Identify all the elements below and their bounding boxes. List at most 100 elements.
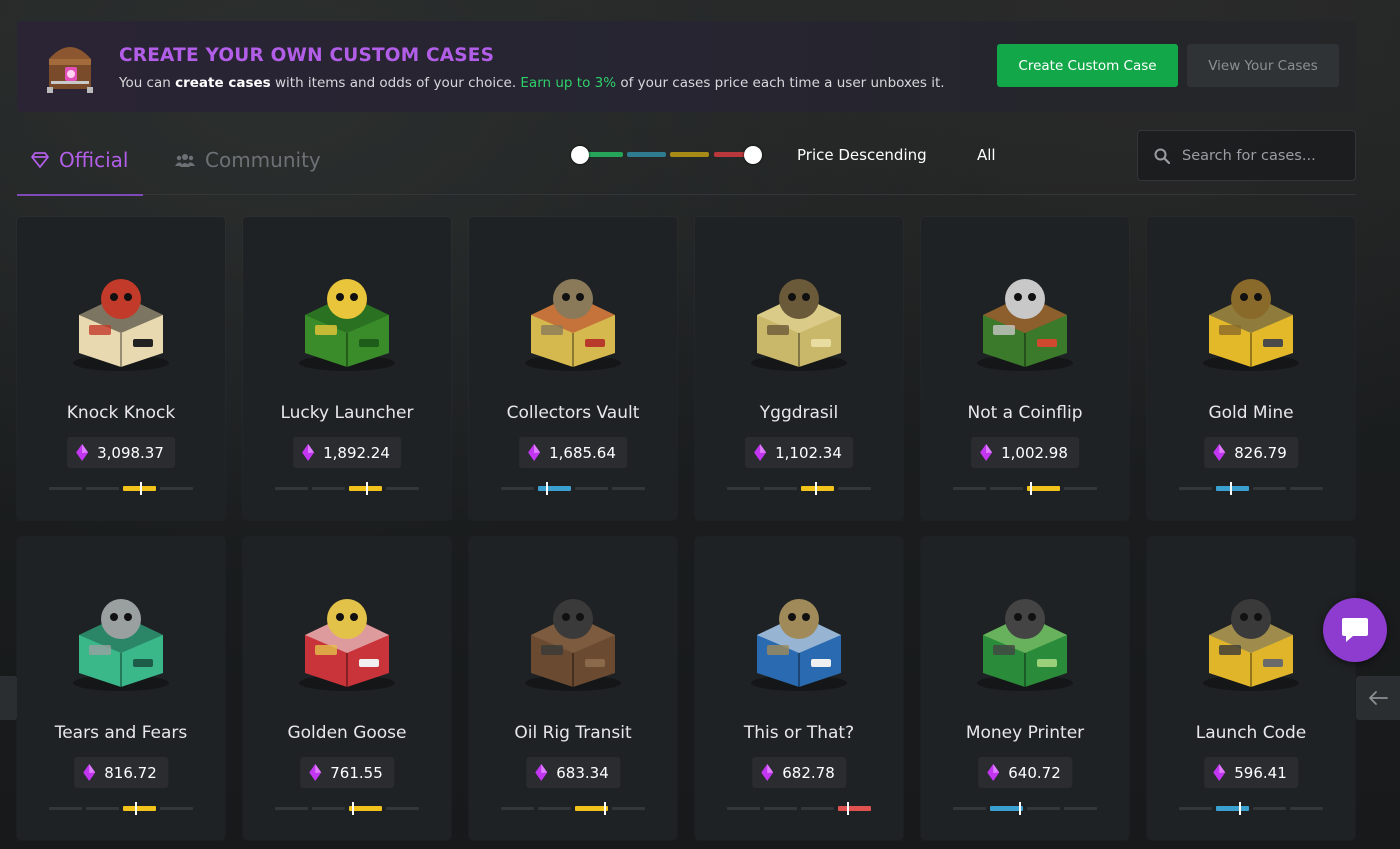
case-price-value: 1,685.64: [549, 443, 616, 462]
case-image: [751, 599, 847, 691]
case-price-value: 816.72: [104, 763, 157, 782]
previous-page-tab[interactable]: [0, 676, 17, 720]
case-card[interactable]: Golden Goose 761.55: [243, 537, 451, 840]
create-custom-case-button[interactable]: Create Custom Case: [997, 44, 1178, 87]
rarity-marker: [1230, 482, 1232, 495]
rarity-track: [1064, 487, 1097, 490]
rarity-indicator: [501, 482, 645, 495]
tab-community[interactable]: Community: [175, 125, 321, 195]
case-price-value: 1,892.24: [323, 443, 390, 462]
case-card[interactable]: This or That? 682.78: [695, 537, 903, 840]
rarity-track: [160, 807, 193, 810]
rarity-track: [312, 487, 345, 490]
range-max-handle[interactable]: [744, 146, 762, 164]
rarity-fill: [801, 486, 834, 491]
next-page-tab[interactable]: [1356, 676, 1400, 720]
gem-icon: [83, 764, 96, 781]
banner-desc-bold: create cases: [175, 75, 271, 91]
chat-button[interactable]: [1323, 598, 1387, 662]
view-your-cases-button[interactable]: View Your Cases: [1187, 44, 1339, 87]
case-name: Tears and Fears: [54, 723, 188, 743]
case-name: Lucky Launcher: [280, 403, 414, 423]
treasure-chest-icon: [47, 47, 93, 93]
rarity-indicator: [1179, 802, 1323, 815]
case-card[interactable]: Collectors Vault 1,685.64: [469, 217, 677, 520]
case-card[interactable]: Knock Knock 3,098.37: [17, 217, 225, 520]
price-range-slider[interactable]: [571, 145, 763, 165]
case-price-value: 761.55: [330, 763, 383, 782]
rarity-track: [86, 487, 119, 490]
rarity-track: [953, 807, 986, 810]
rarity-track: [727, 487, 760, 490]
case-card[interactable]: Lucky Launcher 1,892.24: [243, 217, 451, 520]
banner-title: CREATE YOUR OWN CUSTOM CASES: [119, 45, 495, 66]
case-image: [525, 279, 621, 371]
case-card[interactable]: Not a Coinflip 1,002.98: [921, 217, 1129, 520]
rarity-indicator: [49, 482, 193, 495]
rarity-track: [801, 807, 834, 810]
custom-cases-banner: CREATE YOUR OWN CUSTOM CASES You can cre…: [17, 21, 1356, 112]
banner-desc-text-3: of your cases price each time a user unb…: [616, 75, 945, 91]
rarity-track: [764, 807, 797, 810]
case-price-value: 3,098.37: [97, 443, 164, 462]
rarity-track: [1027, 807, 1060, 810]
search-input[interactable]: [1182, 131, 1352, 180]
active-tab-underline: [17, 194, 143, 196]
tab-official[interactable]: Official: [31, 125, 128, 195]
category-filter[interactable]: All: [977, 146, 996, 164]
case-card[interactable]: Tears and Fears 816.72: [17, 537, 225, 840]
rarity-track: [990, 487, 1023, 490]
case-name: Golden Goose: [287, 723, 407, 743]
case-card[interactable]: Gold Mine 826.79: [1147, 217, 1355, 520]
tab-official-label: Official: [59, 148, 129, 172]
rarity-fill: [1216, 486, 1249, 491]
case-price: 3,098.37: [67, 437, 175, 468]
rarity-track: [1179, 487, 1212, 490]
case-name: Money Printer: [965, 723, 1085, 743]
rarity-indicator: [953, 802, 1097, 815]
rarity-marker: [352, 802, 354, 815]
gem-icon: [302, 444, 315, 461]
search-field[interactable]: [1137, 130, 1356, 181]
rarity-marker: [140, 482, 142, 495]
search-icon: [1154, 148, 1170, 164]
tab-community-label: Community: [205, 148, 321, 172]
case-card[interactable]: Money Printer 640.72: [921, 537, 1129, 840]
case-name: Yggdrasil: [759, 403, 839, 423]
gem-icon: [754, 444, 767, 461]
case-card[interactable]: Oil Rig Transit 683.34: [469, 537, 677, 840]
case-price-value: 1,002.98: [1001, 443, 1068, 462]
gem-icon: [987, 764, 1000, 781]
range-min-handle[interactable]: [571, 146, 589, 164]
case-price: 1,685.64: [519, 437, 627, 468]
case-card[interactable]: Yggdrasil 1,102.34: [695, 217, 903, 520]
case-price-value: 682.78: [782, 763, 835, 782]
case-price-value: 640.72: [1008, 763, 1061, 782]
case-price: 826.79: [1204, 437, 1298, 468]
case-name: This or That?: [743, 723, 855, 743]
case-price: 682.78: [752, 757, 846, 788]
users-icon: [175, 154, 195, 167]
rarity-track: [612, 487, 645, 490]
banner-description: You can create cases with items and odds…: [119, 75, 945, 91]
sort-dropdown[interactable]: Price Descending: [797, 146, 927, 164]
rarity-track: [727, 807, 760, 810]
case-price-value: 596.41: [1234, 763, 1287, 782]
gem-icon: [76, 444, 89, 461]
rarity-indicator: [501, 802, 645, 815]
rarity-track: [49, 807, 82, 810]
rarity-fill: [123, 806, 156, 811]
rarity-track: [838, 487, 871, 490]
case-name: Knock Knock: [66, 403, 176, 423]
rarity-track: [953, 487, 986, 490]
rarity-marker: [1019, 802, 1021, 815]
rarity-track: [1290, 487, 1323, 490]
range-segment-blue: [627, 152, 666, 157]
case-card[interactable]: Launch Code 596.41: [1147, 537, 1355, 840]
case-name: Collectors Vault: [506, 403, 640, 423]
gem-icon: [528, 444, 541, 461]
rarity-indicator: [727, 482, 871, 495]
gem-icon: [761, 764, 774, 781]
rarity-indicator: [953, 482, 1097, 495]
rarity-fill: [538, 486, 571, 491]
